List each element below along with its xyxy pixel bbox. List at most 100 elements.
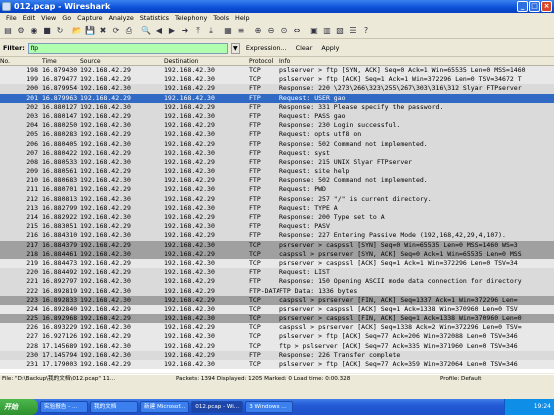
apply-button[interactable]: Apply (318, 40, 342, 57)
task-windows-group[interactable]: 3 Windows ... (245, 401, 294, 413)
start-capture-icon[interactable]: ◉ (28, 25, 40, 37)
packet-row[interactable]: 204 16.880250 192.168.42.30 192.168.42.29 FT… (0, 121, 554, 131)
packet-row[interactable]: 217 16.884379 192.168.42.29 192.168.42.30 TC… (0, 240, 554, 250)
task-microsoft[interactable]: 新建 Microsof... (140, 401, 190, 413)
resize-columns-icon[interactable]: ⇔ (291, 25, 303, 37)
packet-row[interactable]: 214 16.882922 192.168.42.30 192.168.42.29 FT… (0, 213, 554, 223)
menu-tools[interactable]: Tools (210, 13, 232, 24)
packet-row[interactable]: 227 16.927126 192.168.42.29 192.168.42.30 TC… (0, 332, 554, 342)
packet-row[interactable]: 198 16.879430 192.168.42.29 192.168.42.30 TC… (0, 66, 554, 76)
menu-telephony[interactable]: Telephony (172, 13, 210, 24)
packet-list[interactable]: No. Time Source Destination Protocol Inf… (0, 58, 554, 373)
packet-no: 227 (26, 332, 38, 341)
status-profile[interactable]: Profile: Default (440, 375, 540, 382)
colorize-icon[interactable]: ▦ (222, 25, 234, 37)
menu-edit[interactable]: Edit (20, 13, 38, 24)
packet-row[interactable]: 210 16.880683 192.168.42.30 192.168.42.29 FT… (0, 176, 554, 186)
packet-row[interactable]: 231 17.179003 192.168.42.29 192.168.42.30 TC… (0, 360, 554, 370)
display-filter-input[interactable]: ftp (27, 42, 228, 54)
taskbar: 开始 实验报告 - ... 我的文档 新建 Microsof... 012.pc… (0, 399, 554, 415)
task-wireshark[interactable]: 012.pcap - Wi... (191, 401, 244, 413)
column-header-source[interactable]: Source (80, 58, 164, 66)
menu-go[interactable]: Go (59, 13, 74, 24)
packet-row[interactable]: 200 16.879954 192.168.42.30 192.168.42.29 FT… (0, 84, 554, 94)
capture-options-icon[interactable]: ⚙ (15, 25, 27, 37)
filter-dropdown-icon[interactable]: ▼ (230, 42, 240, 54)
go-back-icon[interactable]: ◀ (153, 25, 165, 37)
autoscroll-icon[interactable]: ≡ (235, 25, 247, 37)
packet-row[interactable]: 224 16.892840 192.168.42.29 192.168.42.30 TC… (0, 304, 554, 315)
packet-row[interactable]: 220 16.884492 192.168.42.29 192.168.42.30 FT… (0, 268, 554, 278)
go-forward-icon[interactable]: ▶ (166, 25, 178, 37)
packet-row[interactable]: 218 16.884461 192.168.42.30 192.168.42.29 TC… (0, 249, 554, 259)
packet-row[interactable]: 201 16.879963 192.168.42.29 192.168.42.30 FT… (0, 93, 554, 103)
task-documents[interactable]: 我的文档 (90, 401, 138, 413)
packet-row[interactable]: 203 16.880147 192.168.42.29 192.168.42.30 FT… (0, 111, 554, 122)
preferences-icon[interactable]: ☰ (347, 25, 359, 37)
open-file-icon[interactable]: 📂 (71, 25, 83, 37)
packet-row[interactable]: 211 16.880701 192.168.42.29 192.168.42.30 FT… (0, 185, 554, 195)
find-packet-icon[interactable]: 🔍 (140, 25, 152, 37)
packet-protocol: TCP (249, 360, 261, 368)
packet-row[interactable]: 228 17.145689 192.168.42.30 192.168.42.29 TC… (0, 341, 554, 351)
stop-capture-icon[interactable]: ■ (41, 25, 53, 37)
minimize-button[interactable]: _ (517, 1, 528, 12)
zoom-out-icon[interactable]: ⊖ (265, 25, 277, 37)
column-header-protocol[interactable]: Protocol (249, 58, 279, 66)
column-header-destination[interactable]: Destination (164, 58, 250, 66)
reload-icon[interactable]: ⟳ (110, 25, 122, 37)
packet-row[interactable]: 222 16.892819 192.168.42.30 192.168.42.29 FT… (0, 286, 554, 296)
help-icon[interactable]: ? (360, 25, 372, 37)
packet-row[interactable]: 202 16.880127 192.168.42.30 192.168.42.29 FT… (0, 102, 554, 112)
packet-row[interactable]: 207 16.880422 192.168.42.29 192.168.42.30 FT… (0, 148, 554, 158)
packet-row[interactable]: 205 16.880283 192.168.42.29 192.168.42.30 FT… (0, 130, 554, 140)
interfaces-icon[interactable]: ▤ (2, 25, 14, 37)
packet-row[interactable]: 212 16.880813 192.168.42.30 192.168.42.29 FT… (0, 194, 554, 204)
packet-row[interactable]: 209 16.880561 192.168.42.29 192.168.42.30 FT… (0, 167, 554, 177)
display-filters-icon[interactable]: ▥ (321, 25, 333, 37)
clear-button[interactable]: Clear (293, 40, 316, 57)
packet-row[interactable]: 199 16.879477 192.168.42.29 192.168.42.30 TC… (0, 75, 554, 85)
start-button[interactable]: 开始 (0, 399, 38, 415)
packet-row[interactable]: 213 16.882799 192.168.42.29 192.168.42.30 FT… (0, 203, 554, 213)
close-button[interactable]: × (541, 1, 552, 12)
go-last-icon[interactable]: ⤓ (205, 25, 217, 37)
print-icon[interactable]: ⎙ (123, 25, 135, 37)
packet-row[interactable]: 226 16.893229 192.168.42.30 192.168.42.29 TC… (0, 323, 554, 333)
packet-row[interactable]: 225 16.892968 192.168.42.29 192.168.42.30 TC… (0, 314, 554, 324)
menu-help[interactable]: Help (232, 13, 253, 24)
menu-statistics[interactable]: Statistics (137, 13, 172, 24)
column-header-no[interactable]: No. (0, 58, 40, 66)
go-to-packet-icon[interactable]: ➜ (179, 25, 191, 37)
packet-time: 16.880147 (42, 111, 78, 120)
menu-file[interactable]: File (3, 13, 20, 24)
go-first-icon[interactable]: ⤒ (192, 25, 204, 37)
packet-destination: 192.168.42.30 (164, 222, 215, 231)
task-report[interactable]: 实验报告 - ... (40, 401, 88, 413)
packet-row[interactable]: 223 16.892833 192.168.42.30 192.168.42.29 TC… (0, 295, 554, 305)
save-file-icon[interactable]: 💾 (84, 25, 96, 37)
menu-view[interactable]: View (38, 13, 59, 24)
packet-row[interactable]: 206 16.880405 192.168.42.30 192.168.42.29 FT… (0, 139, 554, 149)
zoom-in-icon[interactable]: ⊕ (252, 25, 264, 37)
coloring-rules-icon[interactable]: ▧ (334, 25, 346, 37)
menu-capture[interactable]: Capture (74, 13, 105, 24)
packet-info: Request: syst (279, 148, 330, 157)
column-header-info[interactable]: Info (279, 58, 554, 66)
maximize-button[interactable]: □ (529, 1, 540, 12)
packet-row[interactable]: 216 16.884310 192.168.42.30 192.168.42.29 FT… (0, 231, 554, 241)
zoom-normal-icon[interactable]: ⊙ (278, 25, 290, 37)
packet-row[interactable]: 215 16.883051 192.168.42.29 192.168.42.30 FT… (0, 222, 554, 232)
packet-row[interactable]: 230 17.145794 192.168.42.30 192.168.42.29 FT… (0, 350, 554, 360)
column-header-time[interactable]: Time (42, 58, 80, 66)
expression-button[interactable]: Expression... (243, 40, 290, 57)
close-file-icon[interactable]: ✖ (97, 25, 109, 37)
menu-analyze[interactable]: Analyze (106, 13, 137, 24)
packet-destination: 192.168.42.30 (164, 93, 215, 102)
packet-row[interactable]: 219 16.884473 192.168.42.29 192.168.42.30 TC… (0, 258, 554, 269)
capture-filters-icon[interactable]: ▣ (308, 25, 320, 37)
packet-row[interactable]: 208 16.880533 192.168.42.30 192.168.42.29 FT… (0, 157, 554, 168)
restart-capture-icon[interactable]: ↻ (54, 25, 66, 37)
packet-row[interactable]: 221 16.892797 192.168.42.30 192.168.42.29 FT… (0, 277, 554, 287)
packet-time: 17.179003 (42, 360, 78, 368)
